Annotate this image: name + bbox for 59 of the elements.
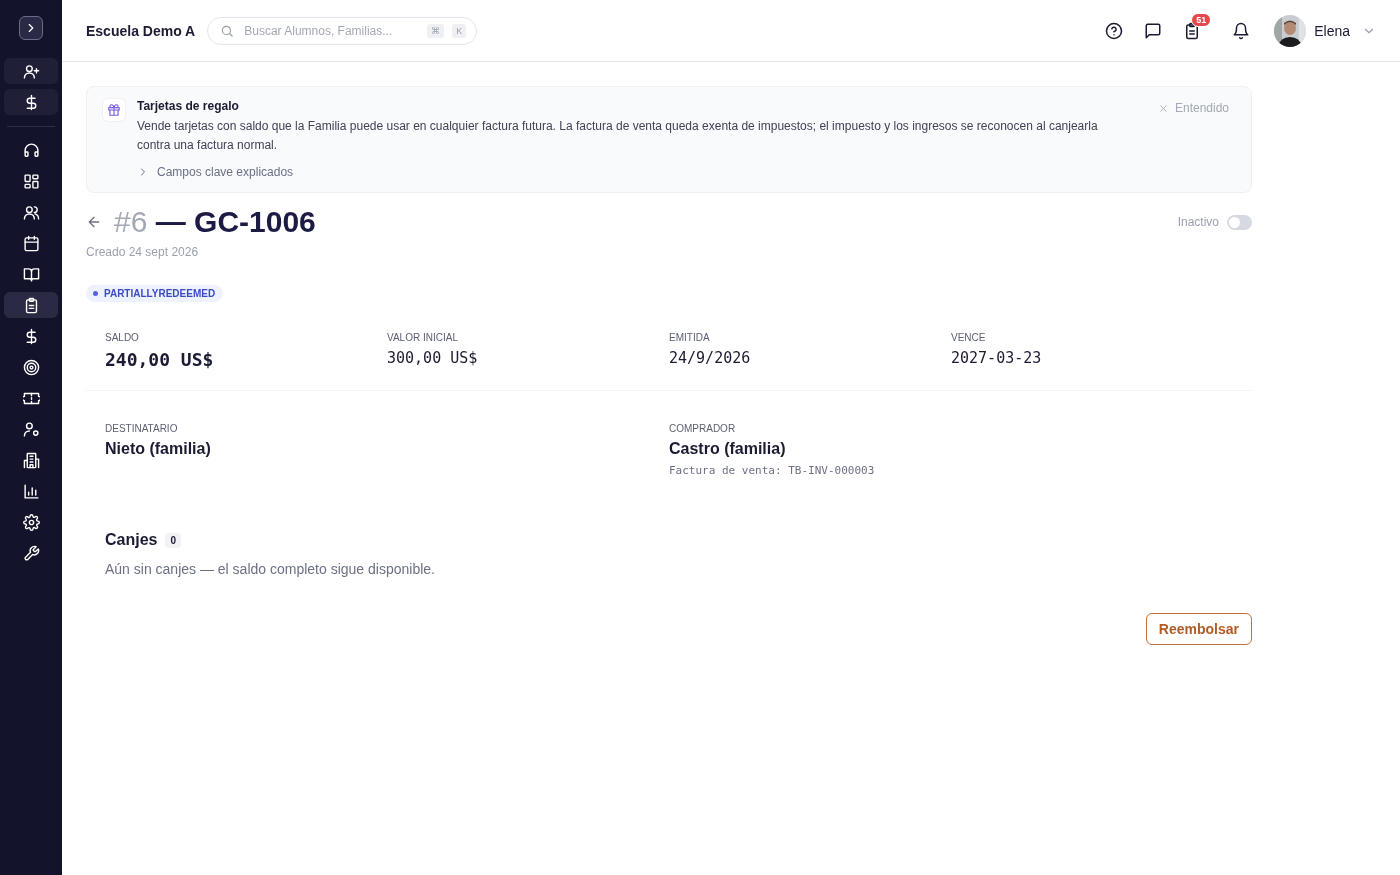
messages-button[interactable] [1144, 21, 1163, 40]
party-label: COMPRADOR [669, 423, 737, 434]
user-menu[interactable]: Elena [1274, 14, 1376, 47]
settings-icon [22, 513, 40, 531]
expand-sidebar-button[interactable] [19, 16, 43, 40]
notice-text: Vende tarjetas con saldo que la Familia puede usar en cualquier factura futura. La factura de venta queda exenta de impuestos; el impuesto y los ingresos se reconocen al canjearla contra una factura normal. [137, 118, 1099, 154]
back-button[interactable] [86, 214, 102, 230]
help-icon [1105, 21, 1124, 40]
notice-title: Tarjetas de regalo [137, 99, 240, 113]
refund-button[interactable]: Reembolsar [1145, 613, 1252, 645]
book-icon [22, 265, 40, 283]
bar-chart-icon [22, 482, 40, 500]
search-icon [220, 23, 235, 38]
count-badge: 0 [165, 532, 182, 548]
stat-label: SALDO [105, 332, 140, 343]
arrow-left-icon [86, 214, 102, 230]
created-date: Creado 24 sept 2026 [86, 245, 200, 259]
payment-button[interactable] [4, 89, 58, 115]
details-toggle[interactable]: Campos clave explicados [137, 165, 294, 179]
building-icon [22, 451, 40, 469]
school-name: Escuela Demo A [86, 22, 196, 39]
notification-badge: 51 [1191, 12, 1212, 27]
tasks-button[interactable]: 51 [1183, 12, 1212, 40]
stat-label: VALOR INICIAL [387, 332, 459, 343]
sidebar-item[interactable] [4, 292, 58, 318]
dashboard-icon [22, 172, 40, 190]
bell-icon [1232, 21, 1251, 40]
party-label: DESTINATARIO [105, 423, 179, 434]
calendar-icon [22, 234, 40, 252]
stat-value: 24/9/2026 [669, 349, 752, 367]
gift-icon [107, 103, 121, 117]
stat-label: EMITIDA [669, 332, 711, 343]
user-plus-icon [22, 62, 40, 80]
section-title: Canjes [105, 531, 158, 549]
headset-icon [22, 141, 40, 159]
add-student-button[interactable] [4, 58, 58, 84]
party-name: Castro (familia) [669, 440, 787, 458]
close-icon [1157, 102, 1169, 114]
page-title: #6 — GC-1006 [114, 205, 316, 239]
shortcut-key: K [452, 23, 467, 38]
help-button[interactable] [1105, 21, 1124, 40]
toggle-label: Inactivo [1177, 215, 1219, 229]
active-switch[interactable] [1227, 214, 1252, 230]
chat-icon [1144, 21, 1163, 40]
shortcut-key: ⌘ [427, 23, 445, 38]
invoice-reference: Factura de venta: TB-INV-000003 [669, 464, 876, 477]
empty-message: Aún sin canjes — el saldo completo sigue disponible. [105, 561, 436, 577]
target-icon [22, 358, 40, 376]
stat-value: 2027-03-23 [951, 349, 1043, 367]
status-badge: PARTIALLYREDEEMED [86, 285, 224, 302]
user-gear-icon [22, 420, 40, 438]
party-name: Nieto (familia) [105, 440, 212, 458]
search-field[interactable]: Buscar Alumnos, Familias... [242, 22, 420, 39]
users-icon [22, 203, 40, 221]
stat-value: 240,00 US$ [105, 349, 215, 370]
notifications-button[interactable] [1232, 21, 1251, 40]
stat-value: 300,00 US$ [387, 349, 479, 367]
wrench-icon [22, 544, 40, 562]
stat-label: VENCE [951, 332, 987, 343]
